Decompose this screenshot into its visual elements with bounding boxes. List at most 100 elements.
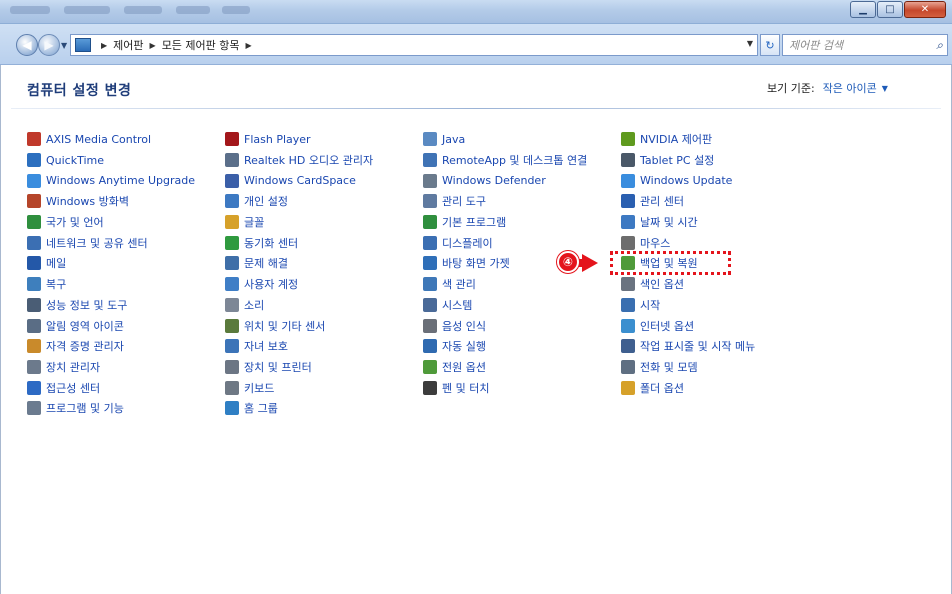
- control-panel-item[interactable]: RemoteApp 및 데스크톱 연결: [423, 150, 587, 171]
- control-panel-item-label: Windows Defender: [442, 174, 546, 188]
- window-titlebar[interactable]: ▁ □ ✕: [0, 0, 952, 24]
- view-by-label: 보기 기준:: [767, 82, 815, 95]
- control-panel-item-label: 바탕 화면 가젯: [442, 257, 510, 271]
- breadcrumb-all-items[interactable]: 모든 제어판 항목: [162, 37, 240, 53]
- chevron-down-icon[interactable]: ▼: [882, 84, 888, 93]
- control-panel-item[interactable]: 소리: [225, 295, 373, 316]
- blurred-title-text: [64, 6, 110, 14]
- control-panel-item[interactable]: 프로그램 및 기능: [27, 398, 195, 419]
- control-panel-item-label: 개인 설정: [244, 195, 288, 209]
- control-panel-item[interactable]: 글꼴: [225, 212, 373, 233]
- control-panel-item[interactable]: Java: [423, 129, 587, 150]
- close-icon: ✕: [920, 4, 930, 15]
- credential-icon: [27, 339, 41, 354]
- control-panel-item-label: Windows Update: [640, 174, 733, 188]
- control-panel-item[interactable]: Tablet PC 설정: [621, 150, 755, 171]
- control-panel-item[interactable]: 개인 설정: [225, 191, 373, 212]
- control-panel-item-label: 음성 인식: [442, 319, 486, 333]
- control-panel-item[interactable]: Windows CardSpace: [225, 170, 373, 191]
- control-panel-item[interactable]: Windows Anytime Upgrade: [27, 170, 195, 191]
- close-button[interactable]: ✕: [904, 1, 946, 18]
- control-panel-item[interactable]: 기본 프로그램: [423, 212, 587, 233]
- mail-icon: [27, 256, 41, 271]
- control-panel-item[interactable]: 날짜 및 시간: [621, 212, 755, 233]
- breadcrumb-separator-icon[interactable]: ▶: [150, 41, 156, 50]
- control-panel-item[interactable]: 키보드: [225, 377, 373, 398]
- address-bar[interactable]: ▶ 제어판 ▶ 모든 제어판 항목 ▶ ▼: [70, 34, 758, 56]
- control-panel-item[interactable]: QuickTime: [27, 150, 195, 171]
- control-panel-item[interactable]: Flash Player: [225, 129, 373, 150]
- control-panel-item[interactable]: 홈 그룹: [225, 398, 373, 419]
- search-icon[interactable]: ⌕: [936, 38, 943, 53]
- view-by-selector: 보기 기준: 작은 아이콘 ▼: [767, 80, 888, 96]
- keyboard-icon: [225, 380, 239, 395]
- control-panel-item[interactable]: 복구: [27, 274, 195, 295]
- control-panel-item[interactable]: 관리 도구: [423, 191, 587, 212]
- refresh-button[interactable]: ↻: [760, 34, 780, 56]
- control-panel-item[interactable]: 관리 센터: [621, 191, 755, 212]
- control-panel-item[interactable]: 폴더 옵션: [621, 377, 755, 398]
- maximize-button[interactable]: □: [877, 1, 903, 18]
- control-panel-item[interactable]: 색인 옵션: [621, 274, 755, 295]
- java-icon: [423, 132, 437, 147]
- breadcrumb-control-panel[interactable]: 제어판: [113, 37, 143, 53]
- control-panel-item[interactable]: 시작: [621, 295, 755, 316]
- control-panel-item-label: 사용자 계정: [244, 278, 299, 292]
- control-panel-item[interactable]: Realtek HD 오디오 관리자: [225, 150, 373, 171]
- control-panel-item-label: 메일: [46, 257, 67, 271]
- control-panel-item[interactable]: 작업 표시줄 및 시작 메뉴: [621, 336, 755, 357]
- cardspace-icon: [225, 173, 239, 188]
- control-panel-item[interactable]: 전원 옵션: [423, 357, 587, 378]
- control-panel-item[interactable]: 자격 증명 관리자: [27, 336, 195, 357]
- breadcrumb-separator-icon[interactable]: ▶: [246, 41, 252, 50]
- gadgets-icon: [423, 256, 437, 271]
- control-panel-item[interactable]: 알림 영역 아이콘: [27, 315, 195, 336]
- quicktime-icon: [27, 153, 41, 168]
- forward-button[interactable]: ▶: [38, 34, 60, 56]
- search-input[interactable]: 제어판 검색 ⌕: [782, 34, 948, 56]
- control-panel-item[interactable]: 위치 및 기타 센서: [225, 315, 373, 336]
- control-panel-item[interactable]: 문제 해결: [225, 253, 373, 274]
- control-panel-item[interactable]: 메일: [27, 253, 195, 274]
- control-panel-item-label: 인터넷 옵션: [640, 319, 695, 333]
- control-panel-item[interactable]: 전화 및 모뎀: [621, 357, 755, 378]
- control-panel-item[interactable]: 네트워크 및 공유 센터: [27, 232, 195, 253]
- control-panel-item[interactable]: Windows Update: [621, 170, 755, 191]
- control-panel-item[interactable]: 인터넷 옵션: [621, 315, 755, 336]
- back-button[interactable]: ◀: [16, 34, 38, 56]
- control-panel-item-label: 기본 프로그램: [442, 216, 507, 230]
- control-panel-item[interactable]: AXIS Media Control: [27, 129, 195, 150]
- control-panel-item[interactable]: Windows 방화벽: [27, 191, 195, 212]
- address-dropdown-icon[interactable]: ▼: [747, 39, 753, 48]
- control-panel-item[interactable]: 음성 인식: [423, 315, 587, 336]
- control-panel-item[interactable]: 펜 및 터치: [423, 377, 587, 398]
- programs-icon: [27, 401, 41, 416]
- control-panel-item[interactable]: 자동 실행: [423, 336, 587, 357]
- control-panel-item[interactable]: 국가 및 언어: [27, 212, 195, 233]
- control-panel-item[interactable]: 색 관리: [423, 274, 587, 295]
- control-panel-item[interactable]: 자녀 보호: [225, 336, 373, 357]
- control-panel-item-label: 네트워크 및 공유 센터: [46, 236, 148, 250]
- control-panel-item[interactable]: 성능 정보 및 도구: [27, 295, 195, 316]
- control-panel-item-label: 관리 도구: [442, 195, 486, 209]
- fonts-icon: [225, 215, 239, 230]
- breadcrumb-separator-icon[interactable]: ▶: [101, 41, 107, 50]
- control-panel-item-label: 펜 및 터치: [442, 381, 490, 395]
- control-panel-item[interactable]: 장치 및 프린터: [225, 357, 373, 378]
- control-panel-item[interactable]: 디스플레이: [423, 232, 587, 253]
- control-panel-item[interactable]: Windows Defender: [423, 170, 587, 191]
- view-by-dropdown[interactable]: 작은 아이콘: [823, 80, 877, 96]
- control-panel-item[interactable]: 사용자 계정: [225, 274, 373, 295]
- sync-icon: [225, 235, 239, 250]
- control-panel-item-label: 작업 표시줄 및 시작 메뉴: [640, 340, 756, 354]
- control-panel-item[interactable]: 장치 관리자: [27, 357, 195, 378]
- control-panel-item[interactable]: 동기화 센터: [225, 232, 373, 253]
- history-dropdown-icon[interactable]: ▼: [61, 41, 67, 50]
- folder-options-icon: [621, 380, 635, 395]
- control-panel-item[interactable]: 접근성 센터: [27, 377, 195, 398]
- printer-icon: [225, 359, 239, 374]
- control-panel-item[interactable]: NVIDIA 제어판: [621, 129, 755, 150]
- control-panel-item[interactable]: 시스템: [423, 295, 587, 316]
- minimize-button[interactable]: ▁: [850, 1, 876, 18]
- realtek-icon: [225, 153, 239, 168]
